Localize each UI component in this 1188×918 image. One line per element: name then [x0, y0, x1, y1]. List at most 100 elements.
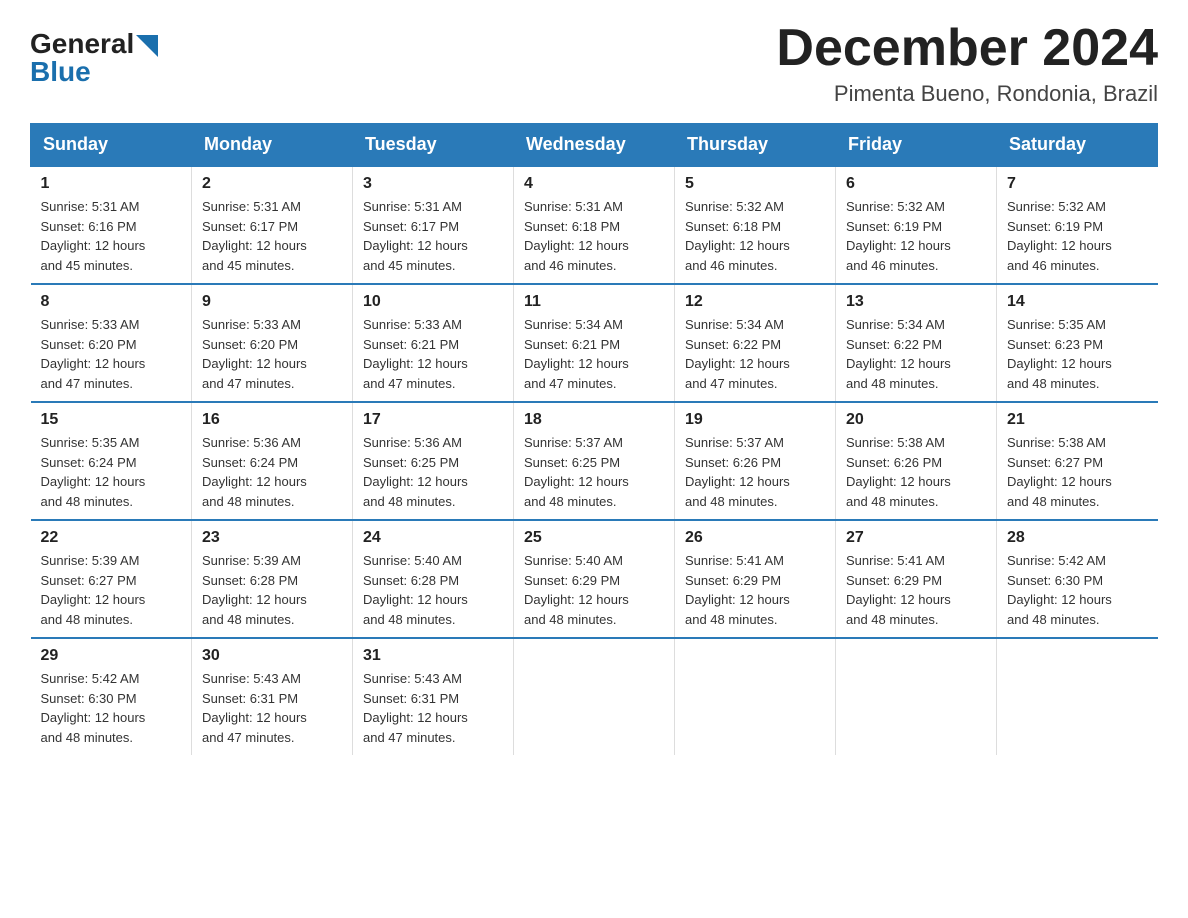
- day-number: 25: [524, 529, 664, 547]
- calendar-cell: [997, 638, 1158, 755]
- calendar-cell: 17 Sunrise: 5:36 AMSunset: 6:25 PMDaylig…: [353, 402, 514, 520]
- calendar-cell: 25 Sunrise: 5:40 AMSunset: 6:29 PMDaylig…: [514, 520, 675, 638]
- calendar-subtitle: Pimenta Bueno, Rondonia, Brazil: [776, 81, 1158, 107]
- weekday-header-monday: Monday: [192, 124, 353, 167]
- calendar-cell: 15 Sunrise: 5:35 AMSunset: 6:24 PMDaylig…: [31, 402, 192, 520]
- calendar-cell: 20 Sunrise: 5:38 AMSunset: 6:26 PMDaylig…: [836, 402, 997, 520]
- calendar-cell: 26 Sunrise: 5:41 AMSunset: 6:29 PMDaylig…: [675, 520, 836, 638]
- calendar-week-row: 8 Sunrise: 5:33 AMSunset: 6:20 PMDayligh…: [31, 284, 1158, 402]
- day-number: 28: [1007, 529, 1148, 547]
- calendar-cell: 3 Sunrise: 5:31 AMSunset: 6:17 PMDayligh…: [353, 166, 514, 284]
- logo-arrow-icon: [136, 35, 158, 57]
- day-info: Sunrise: 5:33 AMSunset: 6:20 PMDaylight:…: [41, 317, 146, 391]
- day-number: 26: [685, 529, 825, 547]
- calendar-cell: 4 Sunrise: 5:31 AMSunset: 6:18 PMDayligh…: [514, 166, 675, 284]
- weekday-header-tuesday: Tuesday: [353, 124, 514, 167]
- day-info: Sunrise: 5:37 AMSunset: 6:26 PMDaylight:…: [685, 435, 790, 509]
- logo-general-text: General: [30, 30, 134, 58]
- calendar-cell: 2 Sunrise: 5:31 AMSunset: 6:17 PMDayligh…: [192, 166, 353, 284]
- calendar-week-row: 15 Sunrise: 5:35 AMSunset: 6:24 PMDaylig…: [31, 402, 1158, 520]
- day-info: Sunrise: 5:41 AMSunset: 6:29 PMDaylight:…: [685, 553, 790, 627]
- day-info: Sunrise: 5:32 AMSunset: 6:19 PMDaylight:…: [1007, 199, 1112, 273]
- weekday-header-friday: Friday: [836, 124, 997, 167]
- day-number: 24: [363, 529, 503, 547]
- day-number: 21: [1007, 411, 1148, 429]
- day-info: Sunrise: 5:34 AMSunset: 6:22 PMDaylight:…: [685, 317, 790, 391]
- day-number: 12: [685, 293, 825, 311]
- day-info: Sunrise: 5:32 AMSunset: 6:19 PMDaylight:…: [846, 199, 951, 273]
- calendar-cell: 7 Sunrise: 5:32 AMSunset: 6:19 PMDayligh…: [997, 166, 1158, 284]
- day-info: Sunrise: 5:31 AMSunset: 6:18 PMDaylight:…: [524, 199, 629, 273]
- calendar-cell: 24 Sunrise: 5:40 AMSunset: 6:28 PMDaylig…: [353, 520, 514, 638]
- day-number: 18: [524, 411, 664, 429]
- day-number: 22: [41, 529, 182, 547]
- day-info: Sunrise: 5:37 AMSunset: 6:25 PMDaylight:…: [524, 435, 629, 509]
- day-info: Sunrise: 5:34 AMSunset: 6:21 PMDaylight:…: [524, 317, 629, 391]
- day-info: Sunrise: 5:40 AMSunset: 6:29 PMDaylight:…: [524, 553, 629, 627]
- calendar-cell: 8 Sunrise: 5:33 AMSunset: 6:20 PMDayligh…: [31, 284, 192, 402]
- day-number: 11: [524, 293, 664, 311]
- calendar-week-row: 1 Sunrise: 5:31 AMSunset: 6:16 PMDayligh…: [31, 166, 1158, 284]
- calendar-cell: 13 Sunrise: 5:34 AMSunset: 6:22 PMDaylig…: [836, 284, 997, 402]
- calendar-cell: 18 Sunrise: 5:37 AMSunset: 6:25 PMDaylig…: [514, 402, 675, 520]
- day-number: 15: [41, 411, 182, 429]
- calendar-cell: 1 Sunrise: 5:31 AMSunset: 6:16 PMDayligh…: [31, 166, 192, 284]
- calendar-cell: 6 Sunrise: 5:32 AMSunset: 6:19 PMDayligh…: [836, 166, 997, 284]
- calendar-cell: [514, 638, 675, 755]
- calendar-cell: 31 Sunrise: 5:43 AMSunset: 6:31 PMDaylig…: [353, 638, 514, 755]
- logo: General Blue: [30, 30, 158, 86]
- day-number: 10: [363, 293, 503, 311]
- day-number: 1: [41, 175, 182, 193]
- calendar-cell: 11 Sunrise: 5:34 AMSunset: 6:21 PMDaylig…: [514, 284, 675, 402]
- day-info: Sunrise: 5:38 AMSunset: 6:26 PMDaylight:…: [846, 435, 951, 509]
- day-number: 4: [524, 175, 664, 193]
- day-info: Sunrise: 5:41 AMSunset: 6:29 PMDaylight:…: [846, 553, 951, 627]
- calendar-cell: 22 Sunrise: 5:39 AMSunset: 6:27 PMDaylig…: [31, 520, 192, 638]
- day-info: Sunrise: 5:42 AMSunset: 6:30 PMDaylight:…: [1007, 553, 1112, 627]
- day-number: 17: [363, 411, 503, 429]
- day-number: 27: [846, 529, 986, 547]
- weekday-header-saturday: Saturday: [997, 124, 1158, 167]
- calendar-cell: 21 Sunrise: 5:38 AMSunset: 6:27 PMDaylig…: [997, 402, 1158, 520]
- calendar-table: SundayMondayTuesdayWednesdayThursdayFrid…: [30, 123, 1158, 755]
- calendar-title: December 2024: [776, 20, 1158, 77]
- calendar-cell: 10 Sunrise: 5:33 AMSunset: 6:21 PMDaylig…: [353, 284, 514, 402]
- calendar-cell: 23 Sunrise: 5:39 AMSunset: 6:28 PMDaylig…: [192, 520, 353, 638]
- calendar-cell: 28 Sunrise: 5:42 AMSunset: 6:30 PMDaylig…: [997, 520, 1158, 638]
- day-number: 6: [846, 175, 986, 193]
- calendar-week-row: 22 Sunrise: 5:39 AMSunset: 6:27 PMDaylig…: [31, 520, 1158, 638]
- calendar-week-row: 29 Sunrise: 5:42 AMSunset: 6:30 PMDaylig…: [31, 638, 1158, 755]
- title-block: December 2024 Pimenta Bueno, Rondonia, B…: [776, 20, 1158, 107]
- calendar-cell: [836, 638, 997, 755]
- weekday-header-row: SundayMondayTuesdayWednesdayThursdayFrid…: [31, 124, 1158, 167]
- day-info: Sunrise: 5:31 AMSunset: 6:17 PMDaylight:…: [202, 199, 307, 273]
- day-number: 8: [41, 293, 182, 311]
- day-number: 16: [202, 411, 342, 429]
- day-info: Sunrise: 5:40 AMSunset: 6:28 PMDaylight:…: [363, 553, 468, 627]
- day-number: 20: [846, 411, 986, 429]
- day-number: 5: [685, 175, 825, 193]
- day-number: 7: [1007, 175, 1148, 193]
- weekday-header-thursday: Thursday: [675, 124, 836, 167]
- calendar-cell: 27 Sunrise: 5:41 AMSunset: 6:29 PMDaylig…: [836, 520, 997, 638]
- day-number: 9: [202, 293, 342, 311]
- day-number: 14: [1007, 293, 1148, 311]
- calendar-cell: 14 Sunrise: 5:35 AMSunset: 6:23 PMDaylig…: [997, 284, 1158, 402]
- day-number: 13: [846, 293, 986, 311]
- logo-blue-text: Blue: [30, 56, 91, 87]
- weekday-header-sunday: Sunday: [31, 124, 192, 167]
- day-info: Sunrise: 5:36 AMSunset: 6:24 PMDaylight:…: [202, 435, 307, 509]
- day-number: 29: [41, 647, 182, 665]
- day-info: Sunrise: 5:31 AMSunset: 6:17 PMDaylight:…: [363, 199, 468, 273]
- day-info: Sunrise: 5:31 AMSunset: 6:16 PMDaylight:…: [41, 199, 146, 273]
- day-info: Sunrise: 5:32 AMSunset: 6:18 PMDaylight:…: [685, 199, 790, 273]
- day-info: Sunrise: 5:43 AMSunset: 6:31 PMDaylight:…: [363, 671, 468, 745]
- weekday-header-wednesday: Wednesday: [514, 124, 675, 167]
- day-number: 31: [363, 647, 503, 665]
- day-info: Sunrise: 5:39 AMSunset: 6:28 PMDaylight:…: [202, 553, 307, 627]
- day-number: 23: [202, 529, 342, 547]
- calendar-cell: [675, 638, 836, 755]
- day-info: Sunrise: 5:35 AMSunset: 6:24 PMDaylight:…: [41, 435, 146, 509]
- day-info: Sunrise: 5:39 AMSunset: 6:27 PMDaylight:…: [41, 553, 146, 627]
- calendar-cell: 5 Sunrise: 5:32 AMSunset: 6:18 PMDayligh…: [675, 166, 836, 284]
